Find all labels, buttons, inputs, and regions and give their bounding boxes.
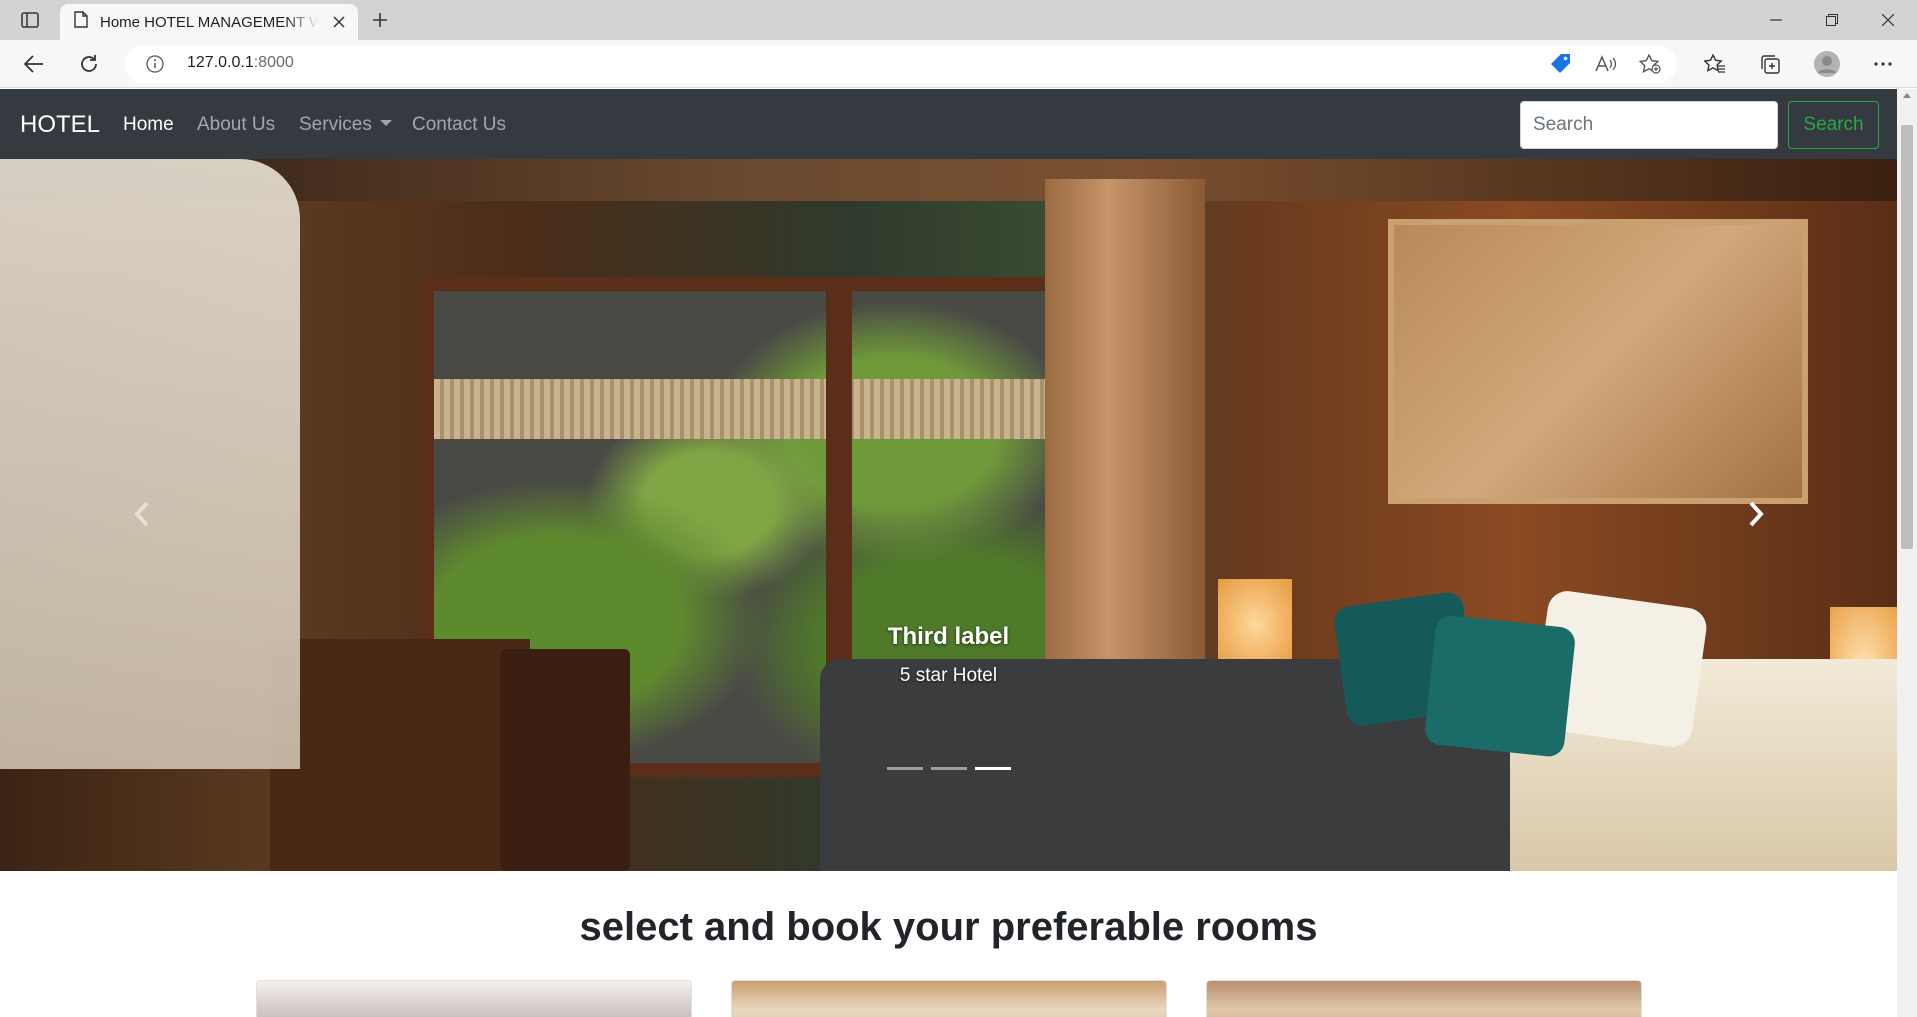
brand-logo[interactable]: HOTEL (20, 111, 100, 139)
read-aloud-icon[interactable] (1594, 54, 1616, 74)
close-icon[interactable] (330, 13, 348, 31)
nav-link-services-label: Services (299, 114, 372, 135)
address-bar[interactable]: 127.0.0.1:8000 (124, 45, 1677, 83)
caret-down-icon (379, 120, 392, 127)
nav-link-about-us[interactable]: About Us (197, 114, 275, 136)
room-card-2[interactable] (731, 980, 1167, 1017)
scroll-thumb[interactable] (1901, 125, 1913, 549)
page-icon (74, 11, 88, 33)
back-arrow-icon[interactable] (17, 48, 51, 80)
nav-link-home[interactable]: Home (123, 114, 174, 136)
plus-icon[interactable] (366, 8, 394, 32)
page-scrollbar[interactable] (1897, 89, 1917, 1017)
web-page: HOTEL Home About Us Services Contact Us … (0, 89, 1897, 1017)
site-navbar: HOTEL Home About Us Services Contact Us … (0, 89, 1897, 159)
more-icon[interactable] (1866, 48, 1900, 80)
room-card-3[interactable] (1206, 980, 1642, 1017)
carousel-indicator-2[interactable] (931, 767, 967, 770)
url-text[interactable]: 127.0.0.1:8000 (187, 54, 294, 72)
tab-actions-icon[interactable] (14, 8, 46, 32)
profile-icon[interactable] (1810, 48, 1844, 80)
nav-link-contact-us[interactable]: Contact Us (412, 114, 506, 136)
carousel-indicator-3[interactable] (975, 767, 1011, 770)
url-port: :8000 (253, 54, 294, 71)
tab-title: Home HOTEL MANAGEMENT WE (100, 13, 318, 31)
window-close-icon[interactable] (1860, 0, 1916, 40)
minimize-icon[interactable] (1748, 0, 1804, 40)
chevron-right-icon (1749, 501, 1764, 527)
browser-tab-strip: Home HOTEL MANAGEMENT WE (0, 0, 1917, 40)
carousel-next-button[interactable] (1741, 499, 1771, 529)
nav-link-services[interactable]: Services (299, 114, 392, 136)
carousel-indicators (887, 767, 1011, 770)
room-card-1[interactable] (256, 980, 692, 1017)
rooms-section-title: select and book your preferable rooms (579, 905, 1318, 949)
carousel-caption-text: 5 star Hotel (899, 665, 998, 686)
scroll-up-arrow-icon[interactable] (1903, 93, 1911, 98)
url-host: 127.0.0.1 (187, 54, 254, 71)
room-image (257, 981, 691, 1017)
restore-icon[interactable] (1804, 0, 1860, 40)
carousel-indicator-1[interactable] (887, 767, 923, 770)
browser-tab-active[interactable]: Home HOTEL MANAGEMENT WE (60, 4, 358, 40)
room-image (732, 981, 1166, 1017)
browser-toolbar: 127.0.0.1:8000 (0, 40, 1917, 88)
search-input[interactable] (1520, 101, 1778, 149)
room-image (1207, 981, 1641, 1017)
collections-icon[interactable] (1753, 48, 1787, 80)
carousel-prev-button[interactable] (127, 499, 157, 529)
hero-carousel: Third label 5 star Hotel (0, 159, 1897, 871)
carousel-caption-title: Third label (887, 623, 1010, 650)
search-button[interactable]: Search (1788, 101, 1879, 149)
add-favorite-icon[interactable] (1639, 54, 1661, 74)
tag-icon[interactable] (1549, 54, 1571, 74)
hotel-room-photo (0, 159, 1897, 871)
info-icon[interactable] (146, 55, 164, 73)
chevron-left-icon (134, 501, 149, 527)
refresh-icon[interactable] (72, 48, 106, 80)
favorites-icon[interactable] (1698, 48, 1732, 80)
